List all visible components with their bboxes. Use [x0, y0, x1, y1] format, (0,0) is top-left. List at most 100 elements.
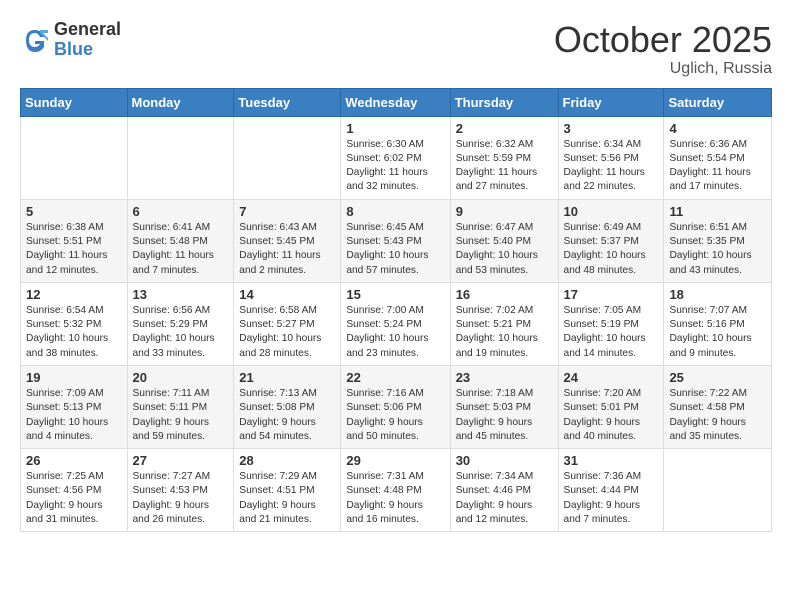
calendar-cell: 6Sunrise: 6:41 AM Sunset: 5:48 PM Daylig…: [127, 199, 234, 282]
logo-text: General Blue: [54, 20, 121, 60]
day-number: 17: [564, 287, 659, 302]
calendar-cell: [664, 449, 772, 532]
day-number: 12: [26, 287, 122, 302]
calendar-cell: 27Sunrise: 7:27 AM Sunset: 4:53 PM Dayli…: [127, 449, 234, 532]
day-number: 30: [456, 453, 553, 468]
header-day-thursday: Thursday: [450, 88, 558, 116]
day-info: Sunrise: 7:05 AM Sunset: 5:19 PM Dayligh…: [564, 304, 659, 361]
week-row-3: 12 Sunrise: 6:54 AM Sunset: 5:32 PM Dayli…: [21, 282, 772, 365]
day-info: Sunrise: 7:00 AM Sunset: 5:24 PM Dayligh…: [346, 304, 444, 361]
day-number: 23: [456, 370, 553, 385]
day-info: Sunrise: 7:36 AM Sunset: 4:44 PM Dayligh…: [564, 470, 659, 527]
day-info: Sunrise: 7:02 AM Sunset: 5:21 PM Dayligh…: [456, 304, 553, 361]
day-info: Sunrise: 6:58 AM Sunset: 5:27 PM Dayligh…: [239, 304, 335, 361]
calendar-header: SundayMondayTuesdayWednesdayThursdayFrid…: [21, 88, 772, 116]
header-day-monday: Monday: [127, 88, 234, 116]
day-number: 21: [239, 370, 335, 385]
day-number: 2: [456, 121, 553, 136]
month-title: October 2025: [554, 20, 772, 60]
calendar-cell: [21, 116, 128, 199]
day-number: 3: [564, 121, 659, 136]
calendar-cell: 29 Sunrise: 7:31 AM Sunset: 4:48 PM Dayli…: [341, 449, 450, 532]
day-info: Sunrise: 7:20 AM Sunset: 5:01 PM Dayligh…: [564, 387, 659, 444]
calendar-cell: 8Sunrise: 6:45 AM Sunset: 5:43 PM Daylig…: [341, 199, 450, 282]
calendar-body: 1Sunrise: 6:30 AM Sunset: 6:02 PM Daylig…: [21, 116, 772, 532]
week-row-2: 5 Sunrise: 6:38 AM Sunset: 5:51 PM Daylig…: [21, 199, 772, 282]
day-number: 11: [669, 204, 766, 219]
week-row-4: 19Sunrise: 7:09 AM Sunset: 5:13 PM Dayli…: [21, 365, 772, 448]
calendar-cell: [127, 116, 234, 199]
day-info: Sunrise: 6:32 AM Sunset: 5:59 PM Dayligh…: [456, 138, 553, 195]
calendar-cell: 4 Sunrise: 6:36 AM Sunset: 5:54 PM Daylig…: [664, 116, 772, 199]
page-header: General Blue October 2025 Uglich, Russia: [20, 20, 772, 78]
day-info: Sunrise: 7:16 AM Sunset: 5:06 PM Dayligh…: [346, 387, 444, 444]
calendar-cell: 3 Sunrise: 6:34 AM Sunset: 5:56 PM Daylig…: [558, 116, 664, 199]
calendar-cell: 21Sunrise: 7:13 AM Sunset: 5:08 PM Dayli…: [234, 365, 341, 448]
day-number: 5: [26, 204, 122, 219]
day-info: Sunrise: 6:30 AM Sunset: 6:02 PM Dayligh…: [346, 138, 444, 195]
calendar-cell: 24 Sunrise: 7:20 AM Sunset: 5:01 PM Dayli…: [558, 365, 664, 448]
day-number: 22: [346, 370, 444, 385]
day-number: 14: [239, 287, 335, 302]
calendar-cell: 25Sunrise: 7:22 AM Sunset: 4:58 PM Dayli…: [664, 365, 772, 448]
day-number: 4: [669, 121, 766, 136]
day-info: Sunrise: 7:34 AM Sunset: 4:46 PM Dayligh…: [456, 470, 553, 527]
day-number: 31: [564, 453, 659, 468]
calendar-cell: 11 Sunrise: 6:51 AM Sunset: 5:35 PM Dayli…: [664, 199, 772, 282]
day-number: 7: [239, 204, 335, 219]
logo-icon: [20, 25, 50, 55]
calendar-cell: 2 Sunrise: 6:32 AM Sunset: 5:59 PM Daylig…: [450, 116, 558, 199]
day-number: 26: [26, 453, 122, 468]
day-info: Sunrise: 6:34 AM Sunset: 5:56 PM Dayligh…: [564, 138, 659, 195]
week-row-5: 26Sunrise: 7:25 AM Sunset: 4:56 PM Dayli…: [21, 449, 772, 532]
calendar-cell: 10Sunrise: 6:49 AM Sunset: 5:37 PM Dayli…: [558, 199, 664, 282]
day-info: Sunrise: 6:47 AM Sunset: 5:40 PM Dayligh…: [456, 221, 553, 278]
calendar-cell: 28Sunrise: 7:29 AM Sunset: 4:51 PM Dayli…: [234, 449, 341, 532]
day-number: 16: [456, 287, 553, 302]
day-number: 18: [669, 287, 766, 302]
day-info: Sunrise: 7:22 AM Sunset: 4:58 PM Dayligh…: [669, 387, 766, 444]
location-text: Uglich, Russia: [554, 60, 772, 78]
day-info: Sunrise: 6:36 AM Sunset: 5:54 PM Dayligh…: [669, 138, 766, 195]
day-number: 13: [133, 287, 229, 302]
calendar-cell: 16 Sunrise: 7:02 AM Sunset: 5:21 PM Dayli…: [450, 282, 558, 365]
calendar-cell: 20Sunrise: 7:11 AM Sunset: 5:11 PM Dayli…: [127, 365, 234, 448]
calendar-cell: 7Sunrise: 6:43 AM Sunset: 5:45 PM Daylig…: [234, 199, 341, 282]
logo-blue-text: Blue: [54, 40, 121, 60]
day-info: Sunrise: 7:09 AM Sunset: 5:13 PM Dayligh…: [26, 387, 122, 444]
week-row-1: 1Sunrise: 6:30 AM Sunset: 6:02 PM Daylig…: [21, 116, 772, 199]
day-info: Sunrise: 6:38 AM Sunset: 5:51 PM Dayligh…: [26, 221, 122, 278]
calendar-cell: 12 Sunrise: 6:54 AM Sunset: 5:32 PM Dayli…: [21, 282, 128, 365]
calendar-cell: 18 Sunrise: 7:07 AM Sunset: 5:16 PM Dayli…: [664, 282, 772, 365]
calendar-cell: 17 Sunrise: 7:05 AM Sunset: 5:19 PM Dayli…: [558, 282, 664, 365]
header-day-friday: Friday: [558, 88, 664, 116]
day-number: 29: [346, 453, 444, 468]
day-number: 27: [133, 453, 229, 468]
calendar-cell: 26Sunrise: 7:25 AM Sunset: 4:56 PM Dayli…: [21, 449, 128, 532]
calendar-cell: 22 Sunrise: 7:16 AM Sunset: 5:06 PM Dayli…: [341, 365, 450, 448]
day-info: Sunrise: 6:45 AM Sunset: 5:43 PM Dayligh…: [346, 221, 444, 278]
day-info: Sunrise: 6:49 AM Sunset: 5:37 PM Dayligh…: [564, 221, 659, 278]
day-info: Sunrise: 7:07 AM Sunset: 5:16 PM Dayligh…: [669, 304, 766, 361]
day-info: Sunrise: 7:11 AM Sunset: 5:11 PM Dayligh…: [133, 387, 229, 444]
day-info: Sunrise: 6:51 AM Sunset: 5:35 PM Dayligh…: [669, 221, 766, 278]
header-day-tuesday: Tuesday: [234, 88, 341, 116]
day-info: Sunrise: 6:41 AM Sunset: 5:48 PM Dayligh…: [133, 221, 229, 278]
day-info: Sunrise: 6:54 AM Sunset: 5:32 PM Dayligh…: [26, 304, 122, 361]
calendar-cell: 5 Sunrise: 6:38 AM Sunset: 5:51 PM Daylig…: [21, 199, 128, 282]
header-day-wednesday: Wednesday: [341, 88, 450, 116]
day-number: 24: [564, 370, 659, 385]
day-number: 15: [346, 287, 444, 302]
calendar-cell: 31 Sunrise: 7:36 AM Sunset: 4:44 PM Dayli…: [558, 449, 664, 532]
day-info: Sunrise: 6:56 AM Sunset: 5:29 PM Dayligh…: [133, 304, 229, 361]
calendar-cell: 23Sunrise: 7:18 AM Sunset: 5:03 PM Dayli…: [450, 365, 558, 448]
title-block: October 2025 Uglich, Russia: [554, 20, 772, 78]
logo: General Blue: [20, 20, 121, 60]
logo-general-text: General: [54, 20, 121, 40]
day-info: Sunrise: 7:31 AM Sunset: 4:48 PM Dayligh…: [346, 470, 444, 527]
header-day-saturday: Saturday: [664, 88, 772, 116]
calendar-cell: 14 Sunrise: 6:58 AM Sunset: 5:27 PM Dayli…: [234, 282, 341, 365]
calendar-cell: 30 Sunrise: 7:34 AM Sunset: 4:46 PM Dayli…: [450, 449, 558, 532]
calendar-cell: 15 Sunrise: 7:00 AM Sunset: 5:24 PM Dayli…: [341, 282, 450, 365]
day-number: 9: [456, 204, 553, 219]
